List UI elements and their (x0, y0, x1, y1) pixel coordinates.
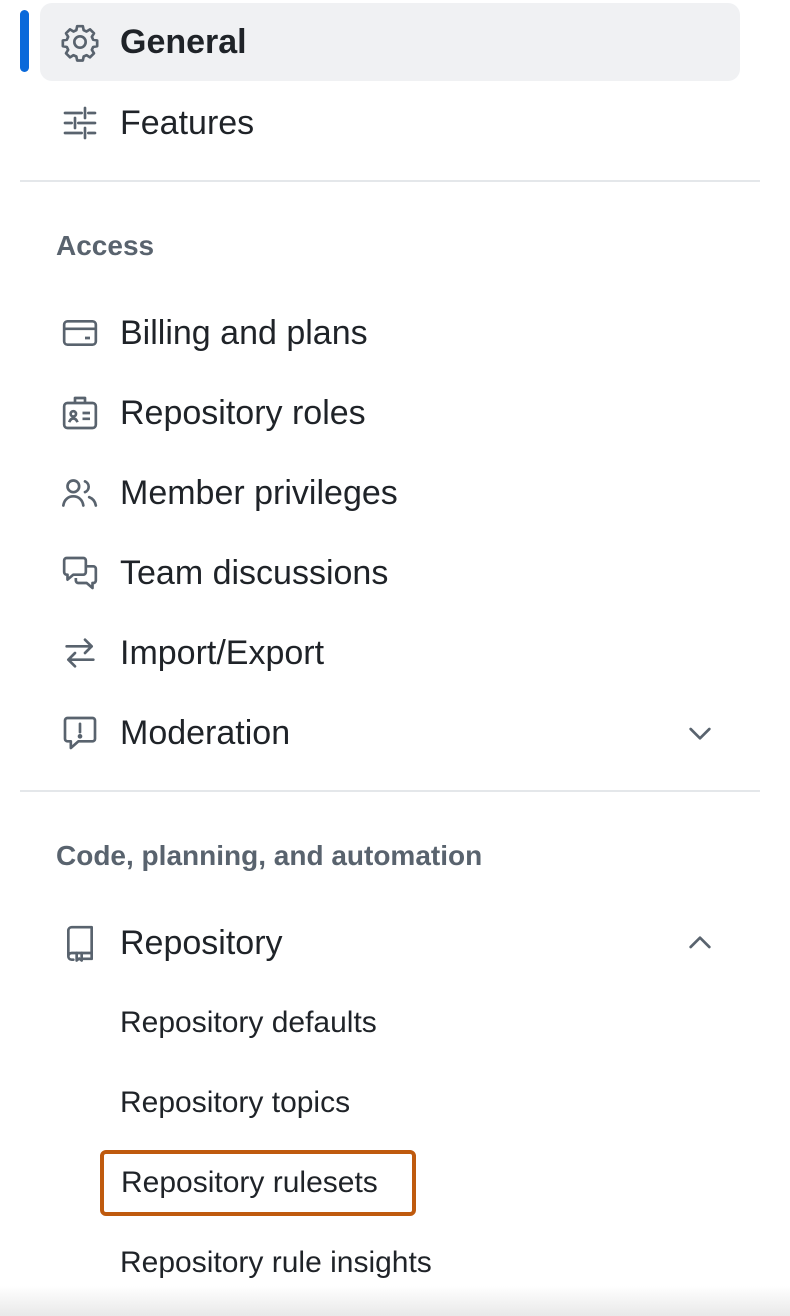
people-icon (58, 471, 102, 515)
sidebar-item-general[interactable]: General (40, 3, 740, 81)
gear-icon (58, 20, 102, 64)
divider (20, 180, 760, 182)
section-heading-access: Access (56, 230, 155, 261)
sidebar-item-label: Member privileges (120, 474, 398, 512)
sliders-icon (58, 101, 102, 145)
id-badge-icon (58, 391, 102, 435)
sidebar-item-label: Repository (120, 924, 283, 962)
bottom-fade (0, 1286, 790, 1316)
sidebar-item-label: Billing and plans (120, 314, 368, 352)
repo-icon (58, 921, 102, 965)
selected-indicator (20, 10, 29, 72)
sidebar-item-repository[interactable]: Repository (40, 903, 740, 983)
sidebar-item-label: Moderation (120, 714, 291, 752)
sidebar-item-repository-roles[interactable]: Repository roles (40, 373, 740, 453)
chevron-up-icon[interactable] (680, 923, 720, 963)
sidebar-item-label: Team discussions (120, 554, 389, 592)
chevron-down-icon[interactable] (680, 713, 720, 753)
arrow-switch-icon (58, 631, 102, 675)
sidebar-item-billing[interactable]: Billing and plans (40, 293, 740, 373)
comment-discussion-icon (58, 551, 102, 595)
report-icon (58, 711, 102, 755)
sidebar-item-member-privileges[interactable]: Member privileges (40, 453, 740, 533)
credit-card-icon (58, 311, 102, 355)
section-heading-code-planning-automation: Code, planning, and automation (56, 840, 483, 871)
sidebar-item-label: Repository roles (120, 394, 366, 432)
sidebar-subitem-repository-rulesets[interactable]: Repository rulesets (100, 1150, 416, 1216)
sidebar-subitem-repository-topics[interactable]: Repository topics (100, 1070, 350, 1136)
sidebar-item-moderation[interactable]: Moderation (40, 693, 740, 773)
sidebar-item-team-discussions[interactable]: Team discussions (40, 533, 740, 613)
sidebar-subitem-repository-defaults[interactable]: Repository defaults (100, 990, 377, 1056)
sidebar-item-label: Features (120, 104, 255, 142)
sidebar-item-import-export[interactable]: Import/Export (40, 613, 740, 693)
sidebar-item-label: General (120, 23, 247, 61)
sidebar-item-features[interactable]: Features (40, 83, 740, 163)
divider (20, 790, 760, 792)
settings-sidebar: General Features Access Billing and plan… (0, 0, 790, 1316)
sidebar-item-label: Import/Export (120, 634, 325, 672)
